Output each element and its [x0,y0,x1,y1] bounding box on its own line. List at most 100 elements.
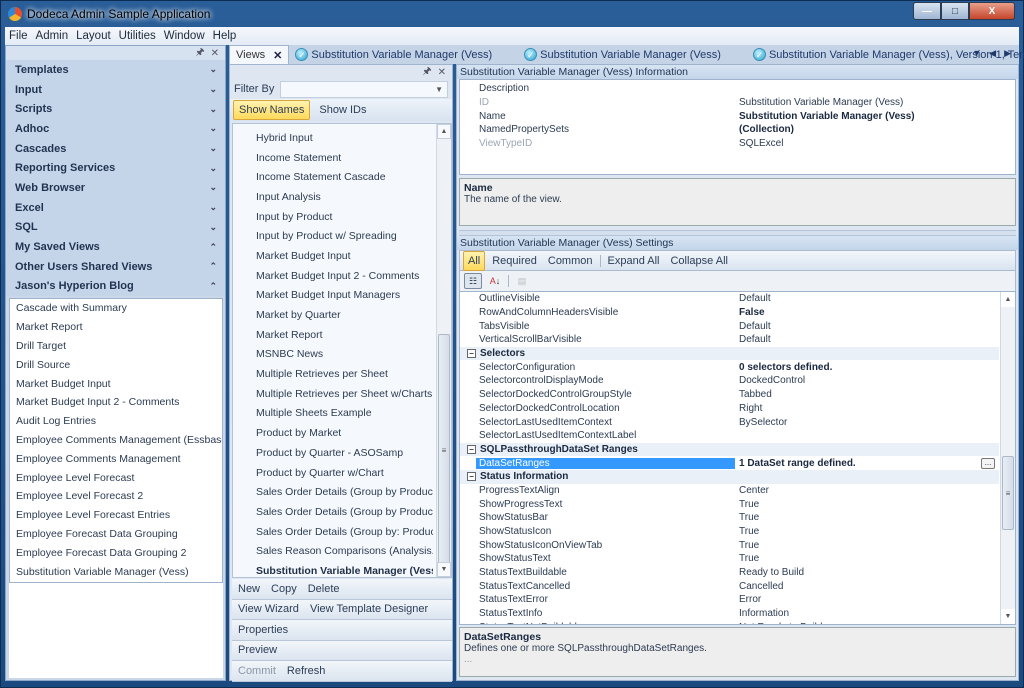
pin-icon[interactable]: 🖈︎ [195,45,204,62]
tab-list-dropdown-icon[interactable]: ▼ [972,48,981,59]
property-row[interactable]: SelectorDockedControlGroupStyle Tabbed [460,388,999,402]
property-value[interactable]: Ready to Build [735,567,999,578]
list-item[interactable]: Market Budget Input [10,374,222,393]
property-value[interactable]: (Collection) [735,124,1015,135]
list-item[interactable]: Market Budget Input [233,246,433,266]
list-item[interactable]: Hybrid Input [233,128,433,148]
property-row[interactable]: ID Substitution Variable Manager (Vess) [460,96,1015,110]
list-item[interactable]: Cascade with Summary [10,299,222,318]
property-row[interactable]: ShowStatusText True [460,552,999,566]
nav-group-excel[interactable]: Excel ⌄ [6,197,225,218]
scroll-down-icon[interactable]: ▼ [1001,609,1015,624]
property-row[interactable]: ViewTypeID SQLExcel [460,137,1015,151]
list-item[interactable]: Product by Quarter w/Chart [233,463,433,483]
nav-group-jason-s-hyperion-blog[interactable]: Jason's Hyperion Blog ⌃ [6,276,225,297]
property-value[interactable]: False [735,307,999,318]
property-row[interactable]: StatusTextCancelled Cancelled [460,579,999,593]
filter-by-dropdown[interactable]: ▼ [280,80,448,98]
collapse-icon[interactable]: − [467,349,476,359]
refresh-button[interactable]: Refresh [287,665,326,677]
menu-help[interactable]: Help [209,30,241,42]
copy-button[interactable]: Copy [271,583,297,595]
view-template-designer-button[interactable]: View Template Designer [310,603,428,615]
property-row[interactable]: SelectorcontrolDisplayMode DockedControl [460,374,999,388]
minimize-button[interactable]: — [913,2,941,20]
list-item[interactable]: Input by Product w/ Spreading [233,226,433,246]
property-row[interactable]: SelectorConfiguration 0 selectors defined… [460,360,999,374]
property-category[interactable]: − Status Information [460,469,999,484]
list-item[interactable]: MSNBC News [233,345,433,365]
list-item[interactable]: Employee Comments Management (Essbase.. [10,431,222,450]
list-item[interactable]: Market Budget Input Managers [233,286,433,306]
property-value[interactable]: Default [735,334,999,345]
expand-all-button[interactable]: Expand All [604,252,664,270]
property-value[interactable]: True [735,512,999,523]
nav-group-web-browser[interactable]: Web Browser ⌄ [6,178,225,198]
ellipsis-button[interactable]: ... [981,457,995,469]
menu-layout[interactable]: Layout [72,30,115,42]
property-row[interactable]: Name Substitution Variable Manager (Vess) [460,109,1015,123]
property-value[interactable]: BySelector [735,417,999,428]
categorized-view-icon[interactable]: ☷ [464,273,482,289]
pin-icon[interactable]: 🖈︎ [422,64,431,81]
filter-required-button[interactable]: Required [488,252,541,270]
property-row[interactable]: NamedPropertySets (Collection) [460,123,1015,137]
list-item[interactable]: Market Report [233,325,433,345]
property-row[interactable]: VerticalScrollBarVisible Default [460,333,999,347]
nav-group-cascades[interactable]: Cascades ⌄ [6,138,225,159]
property-value[interactable]: Center [735,485,999,496]
scroll-up-icon[interactable]: ▲ [437,124,451,139]
property-value[interactable]: 0 selectors defined. [735,362,999,373]
list-item[interactable]: Input Analysis [233,187,433,207]
menu-admin[interactable]: Admin [32,30,73,42]
property-row[interactable]: SelectorLastUsedItemContextLabel [460,429,999,443]
list-item[interactable]: Input by Product [233,207,433,227]
list-item[interactable]: Employee Comments Management [10,449,222,468]
property-value[interactable]: 1 DataSet range defined. [735,458,999,469]
property-value[interactable]: Tabbed [735,389,999,400]
close-button[interactable]: X [969,2,1015,20]
settings-scrollbar[interactable]: ▲ ≡ ▼ [1000,292,1015,624]
sort-alphabetical-icon[interactable]: A ↓ [486,273,504,289]
nav-group-input[interactable]: Input ⌄ [6,79,225,100]
list-item[interactable]: Employee Forecast Data Grouping 2 [10,543,222,562]
menu-file[interactable]: File [5,30,32,42]
list-item[interactable]: Income Statement Cascade [233,167,433,187]
show-names-button[interactable]: Show Names [233,100,311,120]
list-item[interactable]: Product by Quarter - ASOSamp [233,443,433,463]
list-item[interactable]: Market Budget Input 2 - Comments [233,266,433,286]
nav-group-scripts[interactable]: Scripts ⌄ [6,99,225,120]
list-item[interactable]: Product by Market [233,423,433,443]
filter-all-button[interactable]: All [463,250,486,271]
list-item[interactable]: Multiple Sheets Example [233,404,433,424]
property-row[interactable]: ShowStatusBar True [460,511,999,525]
list-item[interactable]: Multiple Retrieves per Sheet [233,364,433,384]
property-row[interactable]: SelectorDockedControlLocation Right [460,402,999,416]
maximize-button[interactable]: □ [941,2,969,20]
show-ids-button[interactable]: Show IDs [314,101,371,119]
property-value[interactable]: True [735,499,999,510]
menu-window[interactable]: Window [160,30,209,42]
property-row[interactable]: ShowProgressText True [460,497,999,511]
tab-scroll-right-icon[interactable]: ▶ [1004,48,1011,59]
list-item[interactable]: Employee Level Forecast [10,468,222,487]
nav-group-my-saved-views[interactable]: My Saved Views ⌃ [6,237,225,257]
list-item[interactable]: Sales Order Details (Group by: Product.. [233,522,433,542]
nav-group-adhoc[interactable]: Adhoc ⌄ [6,119,225,139]
view-wizard-button[interactable]: View Wizard [238,603,299,615]
new-button[interactable]: New [238,583,260,595]
collapse-icon[interactable]: − [467,444,476,454]
list-item[interactable]: Market by Quarter [233,305,433,325]
list-item[interactable]: Multiple Retrieves per Sheet w/Charts [233,384,433,404]
list-item[interactable]: Employee Level Forecast 2 [10,487,222,506]
property-value[interactable]: Right [735,403,999,414]
close-icon[interactable]: ✕ [438,67,446,78]
collapse-all-button[interactable]: Collapse All [666,252,731,270]
property-value[interactable]: DockedControl [735,375,999,386]
property-row[interactable]: OutlineVisible Default [460,292,999,306]
filter-common-button[interactable]: Common [544,252,597,270]
properties-button[interactable]: Properties [238,624,288,636]
property-value[interactable]: Information [735,608,999,619]
tab-views[interactable]: Views ✕ [229,45,290,64]
list-item[interactable]: Employee Level Forecast Entries [10,506,222,525]
